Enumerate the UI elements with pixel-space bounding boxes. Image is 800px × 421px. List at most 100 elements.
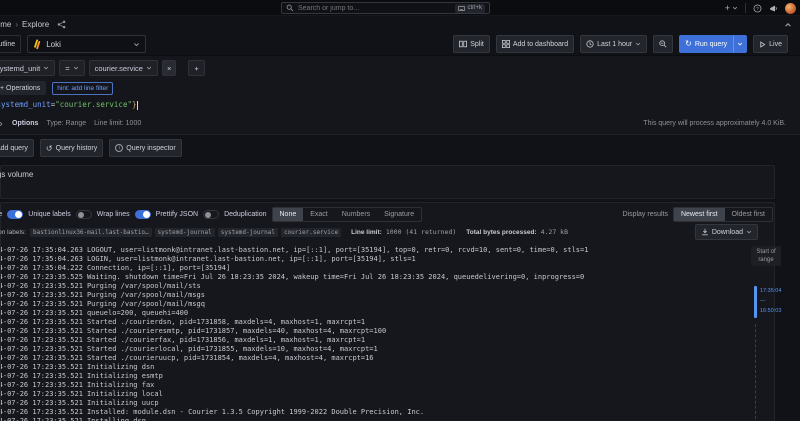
log-row[interactable]: 2024-07-26 17:23:35.525Waiting. shutdown… <box>1 273 728 282</box>
hint-link[interactable]: hint: add line filter <box>52 82 113 95</box>
label-badge[interactable]: systemd-journal <box>155 228 215 237</box>
log-row[interactable]: 2024-07-26 17:23:35.521Started ./courier… <box>1 318 728 327</box>
add-filter-button[interactable]: + <box>188 60 204 76</box>
wrap-lines-toggle[interactable] <box>135 210 151 219</box>
nav-right-group: + ? <box>725 0 796 16</box>
time-range-picker[interactable]: Last 1 hour <box>580 35 647 53</box>
raw-query[interactable]: {systemd_unit="courier.service"} <box>0 100 788 113</box>
query-label: systemd_unit <box>0 100 51 109</box>
chevron-up-icon <box>784 21 792 29</box>
inspector-info-icon: i <box>115 144 123 152</box>
label-badge[interactable]: systemd-journal <box>218 228 278 237</box>
keyboard-icon <box>458 6 465 11</box>
log-message: LOGOUT, user=listmonk@intranet.last-bast… <box>87 246 589 254</box>
log-row[interactable]: 2024-07-26 17:35:04.263LOGIN, user=listm… <box>1 255 728 264</box>
label-name-dropdown[interactable]: systemd_unit <box>0 60 55 76</box>
chevron-down-icon <box>73 65 79 71</box>
log-row[interactable]: 2024-07-26 17:23:35.521Initializing dsn <box>1 363 728 372</box>
options-line-limit: Line limit: 1000 <box>94 120 141 127</box>
options-type: Type: Range <box>46 120 86 127</box>
log-row[interactable]: 2024-07-26 17:35:04.222Connection, ip=[:… <box>1 264 728 273</box>
query-inspector-label: Query inspector <box>126 145 175 152</box>
dedup-exact[interactable]: Exact <box>303 208 335 221</box>
log-row[interactable]: 2024-07-26 17:23:35.521Started ./courier… <box>1 336 728 345</box>
chevron-down-icon <box>732 5 738 11</box>
clock-icon <box>586 40 594 48</box>
log-row[interactable]: 2024-07-26 17:23:35.521Started ./courier… <box>1 354 728 363</box>
run-query-caret[interactable] <box>733 35 747 53</box>
log-row[interactable]: 2024-07-26 17:23:35.521Started ./courier… <box>1 345 728 354</box>
log-row[interactable]: 2024-07-26 17:23:35.521queuelo=200, queu… <box>1 309 728 318</box>
timeline-dashed-line <box>755 324 756 419</box>
query-options-row[interactable]: Options Type: Range Line limit: 1000 Thi… <box>0 117 788 130</box>
label-badge[interactable]: courier.service <box>281 228 341 237</box>
label-value-dropdown[interactable]: courier.service <box>89 60 158 76</box>
log-message: Started ./courieruucp, pid=1731854, maxd… <box>87 354 374 362</box>
time-toggle[interactable] <box>7 210 23 219</box>
refresh-icon: ↻ <box>685 40 692 48</box>
share-icon[interactable] <box>57 20 66 29</box>
split-button[interactable]: Split <box>453 35 490 53</box>
log-row[interactable]: 2024-07-26 17:23:35.521Initializing loca… <box>1 390 728 399</box>
query-history-button[interactable]: ↺ Query history <box>40 139 103 157</box>
query-inspector-button[interactable]: i Query inspector <box>109 139 181 157</box>
datasource-picker[interactable]: Loki <box>27 35 146 53</box>
top-nav: ctrl+k + ? <box>0 0 800 16</box>
log-message: Installed: module.dsn - Courier 1.3.5 Co… <box>87 408 424 416</box>
search-field[interactable] <box>298 5 451 12</box>
log-row[interactable]: 2024-07-26 17:23:35.521Purging /var/spoo… <box>1 291 728 300</box>
log-timestamp: 2024-07-26 17:23:35.525 <box>1 273 83 282</box>
grafana-explore-window: ctrl+k + ? Home › Explore <box>0 0 800 421</box>
log-row[interactable]: 2024-07-26 17:23:35.521Purging /var/spoo… <box>1 282 728 291</box>
add-to-dashboard-button[interactable]: Add to dashboard <box>496 35 574 53</box>
live-button[interactable]: Live <box>753 35 788 53</box>
new-menu-button[interactable]: + <box>725 0 738 16</box>
query-value: "courier.service" <box>55 100 132 109</box>
log-row[interactable]: 2024-07-26 17:23:35.521Purging /var/spoo… <box>1 300 728 309</box>
range-bar[interactable] <box>754 286 757 318</box>
download-button[interactable]: Download <box>695 224 758 240</box>
prettify-json-toggle[interactable] <box>203 210 219 219</box>
time-range-label: Last 1 hour <box>597 41 632 48</box>
operator-dropdown[interactable]: = <box>59 60 84 76</box>
order-newest-first[interactable]: Newest first <box>674 208 725 221</box>
svg-text:?: ? <box>756 6 759 12</box>
log-timestamp: 2024-07-26 17:35:04.222 <box>1 264 83 273</box>
search-input[interactable]: ctrl+k <box>281 2 490 14</box>
log-row[interactable]: 2024-07-26 17:23:35.521Installing dsn <box>1 417 728 421</box>
dedup-signature[interactable]: Signature <box>377 208 421 221</box>
common-labels-badges: bastionlinux36-mail.last-bastio…systemd-… <box>30 228 341 237</box>
split-label: Split <box>470 41 484 48</box>
label-badge[interactable]: bastionlinux36-mail.last-bastio… <box>30 228 152 237</box>
outline-button[interactable]: Outline <box>0 35 21 53</box>
zoom-out-button[interactable] <box>653 35 673 53</box>
log-row[interactable]: 2024-07-26 17:23:35.521Initializing esmt… <box>1 372 728 381</box>
order-oldest-first[interactable]: Oldest first <box>725 208 772 221</box>
remove-filter-button[interactable]: × <box>162 60 176 76</box>
log-message: queuelo=200, queuehi=400 <box>87 309 188 317</box>
help-icon[interactable]: ? <box>753 4 762 13</box>
live-label: Live <box>769 41 782 48</box>
zoom-out-icon <box>659 40 667 48</box>
logs-meta-row: Common labels: bastionlinux36-mail.last-… <box>1 224 774 240</box>
log-row[interactable]: 2024-07-26 17:23:35.521Installed: module… <box>1 408 728 417</box>
log-timeline-nav[interactable]: Start of range 17:35:04 — 16:50:03 <box>744 244 788 266</box>
dedup-none[interactable]: None <box>273 208 304 221</box>
avatar[interactable] <box>785 3 796 14</box>
unique-labels-toggle[interactable] <box>76 210 92 219</box>
news-icon[interactable] <box>769 4 778 13</box>
breadcrumb-explore[interactable]: Explore <box>22 20 49 29</box>
log-row[interactable]: 2024-07-26 17:23:35.521Initializing uucp <box>1 399 728 408</box>
dedup-numbers[interactable]: Numbers <box>335 208 377 221</box>
log-row[interactable]: 2024-07-26 17:23:35.521Initializing fax <box>1 381 728 390</box>
add-query-button[interactable]: Add query <box>0 139 34 157</box>
wrap-lines-label: Wrap lines <box>97 211 130 218</box>
run-query-button[interactable]: ↻ Run query <box>679 35 733 53</box>
collapse-toolbar-button[interactable] <box>784 21 792 29</box>
label-value: courier.service <box>95 64 143 73</box>
log-row[interactable]: 2024-07-26 17:35:04.263LOGOUT, user=list… <box>1 246 728 255</box>
breadcrumb-home[interactable]: Home <box>0 20 11 29</box>
operations-button[interactable]: + Operations <box>0 81 46 95</box>
log-row[interactable]: 2024-07-26 17:23:35.521Started ./courier… <box>1 327 728 336</box>
logs-panel: Time Unique labels Wrap lines Prettify J… <box>0 202 775 421</box>
